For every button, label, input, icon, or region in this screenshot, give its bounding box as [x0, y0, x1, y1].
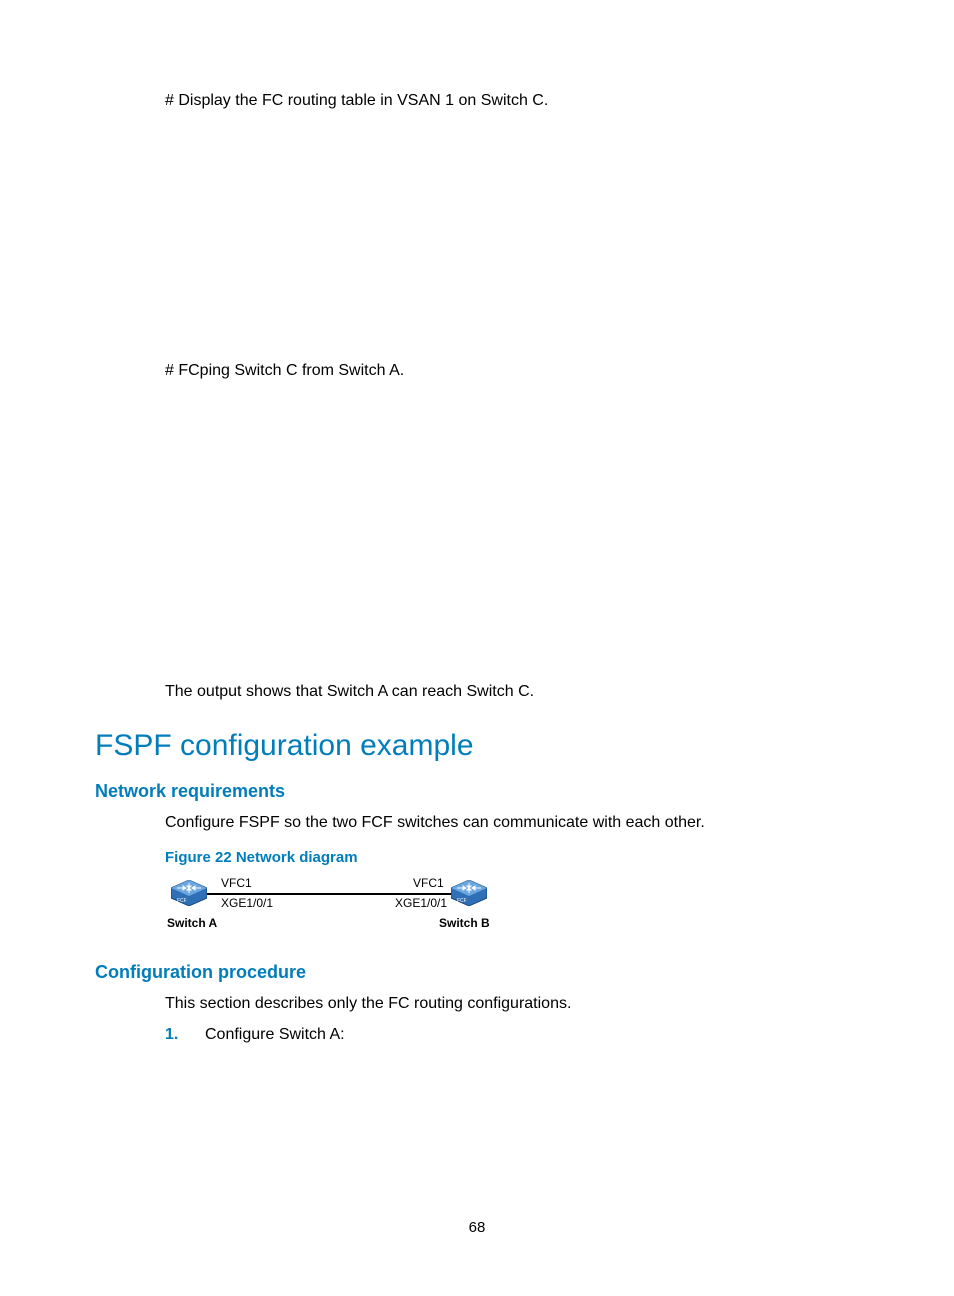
heading-configuration-procedure: Configuration procedure	[95, 962, 859, 983]
page: # Display the FC routing table in VSAN 1…	[0, 0, 954, 1296]
diagram-label-vfc-right: VFC1	[413, 876, 444, 890]
page-number: 68	[0, 1219, 954, 1236]
switch-icon: FCF	[171, 880, 207, 906]
diagram-label-switch-a: Switch A	[167, 916, 217, 930]
paragraph-proc-intro: This section describes only the FC routi…	[165, 993, 859, 1015]
switch-icon: FCF	[451, 880, 487, 906]
heading-fspf-example: FSPF configuration example	[95, 729, 859, 763]
svg-text:FCF: FCF	[177, 898, 187, 904]
section-network-requirements: Network requirements Configure FSPF so t…	[95, 781, 859, 933]
diagram-label-xge-right: XGE1/0/1	[395, 896, 447, 910]
procedure-step: Configure Switch A:	[165, 1023, 859, 1047]
procedure-list: Configure Switch A:	[165, 1023, 859, 1047]
paragraph-display-routing: # Display the FC routing table in VSAN 1…	[165, 90, 859, 112]
diagram-label-xge-left: XGE1/0/1	[221, 896, 273, 910]
section-configuration-procedure: Configuration procedure This section des…	[95, 962, 859, 1047]
blank-space	[95, 112, 859, 360]
diagram-label-switch-b: Switch B	[439, 916, 490, 930]
paragraph-output: The output shows that Switch A can reach…	[165, 681, 859, 703]
link-line	[207, 893, 451, 895]
figure-caption: Figure 22 Network diagram	[165, 849, 859, 866]
figure-block: Figure 22 Network diagram FCF	[165, 849, 859, 934]
paragraph-network-req: Configure FSPF so the two FCF switches c…	[165, 812, 859, 834]
diagram-label-vfc-left: VFC1	[221, 876, 252, 890]
heading-network-requirements: Network requirements	[95, 781, 859, 802]
blank-space	[95, 383, 859, 681]
svg-text:FCF: FCF	[457, 898, 467, 904]
paragraph-fcping: # FCping Switch C from Switch A.	[165, 360, 859, 382]
network-diagram: FCF FCF VFC1 XGE1/0/1 VFC1 XGE1/0/1 Swit	[165, 874, 501, 934]
